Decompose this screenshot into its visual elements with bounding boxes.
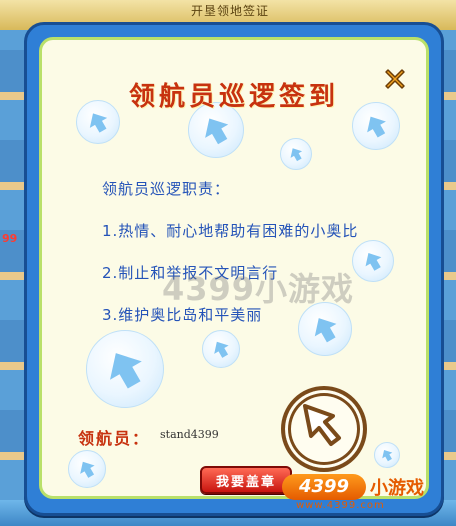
navigator-name: stand4399 <box>160 428 219 441</box>
duties-heading: 领航员巡逻职责： <box>102 180 231 198</box>
arrow-bubble-icon <box>86 330 164 408</box>
stamp-area <box>281 386 367 472</box>
arrow-bubble-icon <box>202 330 240 368</box>
site-logo: 4399 小游戏 www.4399.com <box>282 472 450 512</box>
patrol-checkin-dialog: 领航员巡逻签到 领航员巡逻职责： 1.热情、耐心地帮助有困难的小奥比 2.制止和… <box>24 22 444 516</box>
arrow-bubble-icon <box>68 450 106 488</box>
arrow-bubble-icon <box>374 442 400 468</box>
stamp-button[interactable]: 我要盖章 <box>200 466 292 494</box>
watermark-text: 4399小游戏 <box>161 270 355 308</box>
logo-text: 小游戏 <box>370 478 424 499</box>
arrow-bubble-icon <box>298 302 352 356</box>
close-button[interactable] <box>380 64 410 94</box>
logo-number: 4399 <box>282 474 366 500</box>
navigator-label: 领航员： <box>78 429 151 448</box>
logo-url: www.4399.com <box>296 500 385 511</box>
cursor-arrow-icon <box>303 404 341 446</box>
close-icon <box>385 69 405 89</box>
dialog-title: 领航员巡逻签到 <box>128 82 339 112</box>
game-left-badge: 99 <box>2 232 18 245</box>
game-top-text: 开垦领地签证 <box>190 4 269 18</box>
dialog-panel: 领航员巡逻签到 领航员巡逻职责： 1.热情、耐心地帮助有困难的小奥比 2.制止和… <box>39 37 429 499</box>
duty-item: 1.热情、耐心地帮助有困难的小奥比 <box>102 222 359 240</box>
arrow-bubble-icon <box>280 138 312 170</box>
